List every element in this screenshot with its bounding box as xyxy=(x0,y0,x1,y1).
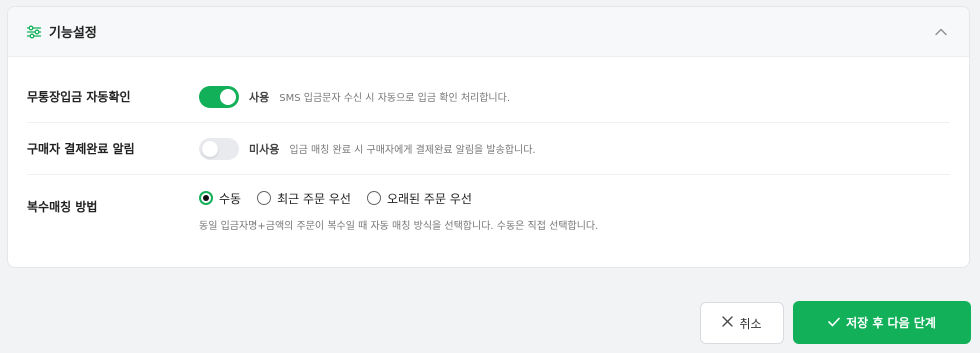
feature-settings-card: 기능설정 무통장입금 자동확인 사용 SMS 입금문자 수신 시 자동으로 입금… xyxy=(7,6,970,268)
save-label: 저장 후 다음 단계 xyxy=(846,316,936,330)
setting-row-auto-confirm: 무통장입금 자동확인 사용 SMS 입금문자 수신 시 자동으로 입금 확인 처… xyxy=(27,71,950,123)
auto-confirm-toggle[interactable] xyxy=(199,85,239,108)
toggle-knob xyxy=(220,88,236,105)
auto-confirm-label: 무통장입금 자동확인 xyxy=(27,90,131,104)
toggle-knob xyxy=(202,140,218,157)
radio-label: 최근 주문 우선 xyxy=(277,191,351,206)
sliders-icon xyxy=(26,24,42,40)
cancel-button[interactable]: 취소 xyxy=(700,302,784,344)
radio-label: 수동 xyxy=(219,191,242,206)
multi-match-hint: 동일 입금자명+금액의 주문이 복수일 때 자동 매칭 방식을 선택합니다. 수… xyxy=(199,221,599,232)
multi-match-label: 복수매칭 방법 xyxy=(27,200,98,214)
multi-match-options: 수동 최근 주문 우선 오래된 주문 우선 동일 입금자명+금액의 주문이 복수… xyxy=(199,187,598,232)
check-icon xyxy=(828,316,840,330)
radio-button[interactable] xyxy=(366,191,381,205)
buyer-alert-state: 미사용 xyxy=(249,142,280,156)
radio-manual[interactable]: 수동 xyxy=(199,190,241,207)
radio-oldest-first[interactable]: 오래된 주문 우선 xyxy=(366,190,472,207)
save-next-button[interactable]: 저장 후 다음 단계 xyxy=(793,301,971,344)
close-icon xyxy=(722,316,734,330)
buyer-alert-description: 입금 매칭 완료 시 구매자에게 결제완료 알림을 발송합니다. xyxy=(289,145,536,156)
radio-recent-first[interactable]: 최근 주문 우선 xyxy=(257,190,351,207)
cancel-label: 취소 xyxy=(739,316,762,331)
chevron-up-icon[interactable] xyxy=(931,22,951,42)
buyer-alert-label: 구매자 결제완료 알림 xyxy=(27,142,135,156)
setting-row-multi-match: 복수매칭 방법 수동 최근 주문 우선 오래된 주문 우선 동일 입금자명+금액… xyxy=(27,175,950,245)
radio-group: 수동 최근 주문 우선 오래된 주문 우선 xyxy=(199,187,598,209)
auto-confirm-state: 사용 xyxy=(249,90,270,104)
radio-button[interactable] xyxy=(257,191,272,205)
section-title: 기능설정 xyxy=(49,26,97,41)
radio-button-checked[interactable] xyxy=(199,191,213,205)
card-header[interactable]: 기능설정 xyxy=(8,7,969,57)
auto-confirm-description: SMS 입금문자 수신 시 자동으로 입금 확인 처리합니다. xyxy=(279,93,511,104)
radio-label: 오래된 주문 우선 xyxy=(386,191,472,206)
setting-row-buyer-alert: 구매자 결제완료 알림 미사용 입금 매칭 완료 시 구매자에게 결제완료 알림… xyxy=(27,123,950,175)
buyer-alert-toggle[interactable] xyxy=(199,137,239,160)
